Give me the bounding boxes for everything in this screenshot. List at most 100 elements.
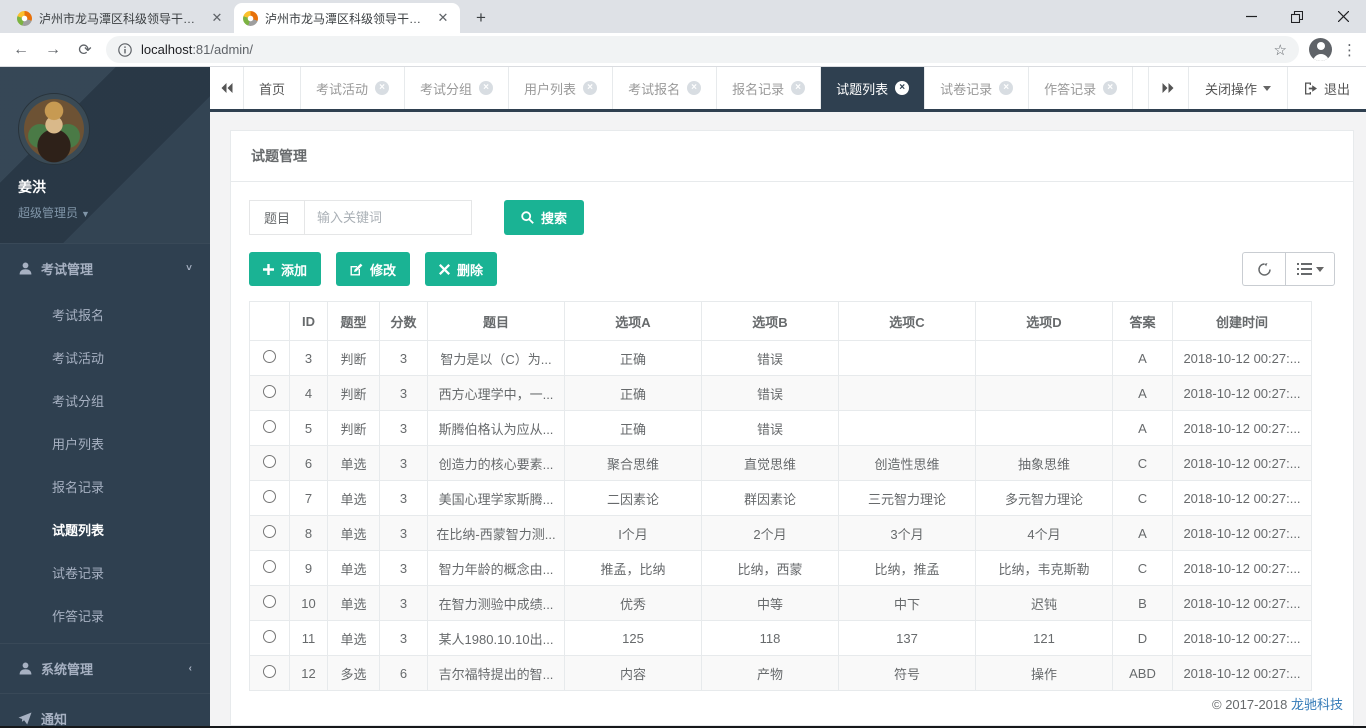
- scroll-tabs-left-button[interactable]: [210, 67, 244, 109]
- row-radio[interactable]: [263, 525, 276, 538]
- refresh-button[interactable]: [1242, 252, 1285, 286]
- tab-close-icon[interactable]: ×: [687, 81, 701, 95]
- table-row: 7 单选 3 美国心理学家斯腾... 二因素论 群因素论 三元智力理论 多元智力…: [250, 481, 1312, 516]
- close-operations-dropdown[interactable]: 关闭操作: [1188, 67, 1287, 109]
- close-window-button[interactable]: [1320, 0, 1366, 33]
- logout-button[interactable]: 退出: [1287, 67, 1366, 109]
- tab-close-icon[interactable]: ×: [1103, 81, 1117, 95]
- page-info-icon[interactable]: [118, 43, 132, 57]
- sidebar-submenu-item[interactable]: 试题列表: [0, 508, 210, 551]
- edit-button[interactable]: 修改: [336, 252, 410, 286]
- address-bar[interactable]: localhost:81/admin/ ☆: [106, 36, 1299, 63]
- row-radio[interactable]: [263, 665, 276, 678]
- user-name: 姜洪: [18, 177, 192, 197]
- minimize-button[interactable]: [1228, 0, 1274, 33]
- cell-title: 西方心理学中，一...: [428, 376, 565, 411]
- tab-close-icon[interactable]: ×: [999, 81, 1013, 95]
- row-radio[interactable]: [263, 595, 276, 608]
- table-row: 6 单选 3 创造力的核心要素... 聚合思维 直觉思维 创造性思维 抽象思维 …: [250, 446, 1312, 481]
- row-radio[interactable]: [263, 420, 276, 433]
- row-radio[interactable]: [263, 385, 276, 398]
- back-icon[interactable]: ←: [10, 41, 32, 59]
- row-radio[interactable]: [263, 350, 276, 363]
- tab-close-icon[interactable]: ×: [895, 81, 909, 95]
- cell-option-d: 操作: [976, 656, 1113, 691]
- columns-dropdown-button[interactable]: [1285, 252, 1335, 286]
- cell-option-b: 中等: [702, 586, 839, 621]
- sidebar-submenu-item[interactable]: 用户列表: [0, 422, 210, 465]
- forward-icon[interactable]: →: [42, 41, 64, 59]
- tab-close-icon[interactable]: ✕: [435, 10, 451, 26]
- browser-tab-1[interactable]: 泸州市龙马潭区科级领导干部任前 ✕: [8, 3, 234, 33]
- sidebar-submenu-item[interactable]: 试卷记录: [0, 551, 210, 594]
- tab-close-icon[interactable]: ×: [791, 81, 805, 95]
- sidebar-submenu-item[interactable]: 作答记录: [0, 594, 210, 637]
- cell-answer: A: [1113, 376, 1173, 411]
- sidebar-item-notifications[interactable]: 通知: [0, 693, 210, 726]
- cell-option-a: 内容: [565, 656, 702, 691]
- search-icon: [521, 211, 534, 224]
- sidebar-submenu-item[interactable]: 考试分组: [0, 379, 210, 422]
- tab-close-icon[interactable]: ×: [375, 81, 389, 95]
- user-avatar[interactable]: [18, 93, 90, 165]
- content-tab[interactable]: 试题列表 ×: [821, 67, 925, 109]
- scroll-tabs-right-button[interactable]: [1148, 67, 1188, 109]
- row-radio[interactable]: [263, 490, 276, 503]
- content-tab[interactable]: 考试报名 ×: [613, 67, 717, 109]
- content-tab[interactable]: 首页: [244, 67, 301, 109]
- table-row: 12 多选 6 吉尔福特提出的智... 内容 产物 符号 操作 ABD 20: [250, 656, 1312, 691]
- cell-id: 3: [290, 341, 328, 376]
- browser-menu-icon[interactable]: ⋮: [1342, 41, 1356, 59]
- company-link[interactable]: 龙驰科技: [1291, 697, 1343, 712]
- cell-score: 3: [380, 516, 428, 551]
- paper-plane-icon: [18, 712, 32, 725]
- row-radio[interactable]: [263, 630, 276, 643]
- add-button[interactable]: 添加: [249, 252, 321, 286]
- tab-close-icon[interactable]: ×: [479, 81, 493, 95]
- content-tab[interactable]: 报名记录 ×: [717, 67, 821, 109]
- edit-pencil-icon: [350, 263, 363, 276]
- content-tab[interactable]: 考试分组 ×: [405, 67, 509, 109]
- cell-option-d: [976, 411, 1113, 446]
- cell-option-d: 迟钝: [976, 586, 1113, 621]
- sidebar-item-system-management[interactable]: 系统管理 ‹: [0, 643, 210, 693]
- reload-icon[interactable]: ⟳: [74, 40, 96, 60]
- sidebar-submenu-item[interactable]: 考试报名: [0, 293, 210, 336]
- table-row: 3 判断 3 智力是以（C）为... 正确 错误 A 2018-10-1: [250, 341, 1312, 376]
- browser-profile-icon[interactable]: [1309, 38, 1332, 61]
- tab-close-icon[interactable]: ✕: [209, 10, 225, 26]
- row-radio[interactable]: [263, 455, 276, 468]
- cell-type: 多选: [328, 656, 380, 691]
- sidebar-submenu: 考试报名 考试活动 考试分组 用户列表 报名记录 试题列表 试卷记录 作答记录: [0, 293, 210, 643]
- sidebar-submenu-item[interactable]: 考试活动: [0, 336, 210, 379]
- content-tab[interactable]: 作答记录 ×: [1029, 67, 1133, 109]
- sidebar-item-exam-management[interactable]: 考试管理 ˅: [0, 243, 210, 293]
- restore-button[interactable]: [1274, 0, 1320, 33]
- search-input[interactable]: [304, 200, 472, 235]
- row-radio[interactable]: [263, 560, 276, 573]
- bookmark-star-icon[interactable]: ☆: [1274, 41, 1287, 59]
- delete-button[interactable]: 删除: [425, 252, 497, 286]
- content-tab[interactable]: 考试活动 ×: [301, 67, 405, 109]
- url-text: localhost:81/admin/: [141, 42, 253, 57]
- add-button-label: 添加: [281, 260, 307, 279]
- cell-title: 智力是以（C）为...: [428, 341, 565, 376]
- tab-close-icon[interactable]: ×: [583, 81, 597, 95]
- cell-option-b: 2个月: [702, 516, 839, 551]
- user-icon: [18, 662, 32, 675]
- sidebar-submenu-item-label: 考试分组: [52, 391, 104, 410]
- cell-type: 单选: [328, 516, 380, 551]
- sidebar-section-label: 考试管理: [41, 259, 93, 278]
- user-role-dropdown[interactable]: 超级管理员▼: [18, 204, 192, 221]
- browser-tab-2[interactable]: 泸州市龙马潭区科级领导干部任前 ✕: [234, 3, 460, 33]
- sidebar-submenu-item[interactable]: 报名记录: [0, 465, 210, 508]
- cell-option-c: 137: [839, 621, 976, 656]
- row-select-cell: [250, 621, 290, 656]
- search-button[interactable]: 搜索: [504, 200, 584, 235]
- content-tab[interactable]: 试卷记录 ×: [925, 67, 1029, 109]
- cell-option-d: [976, 376, 1113, 411]
- column-header: 创建时间: [1173, 302, 1312, 341]
- content-tab[interactable]: 用户列表 ×: [509, 67, 613, 109]
- content-tab-label: 试题列表: [836, 79, 888, 98]
- new-tab-button[interactable]: +: [468, 5, 494, 31]
